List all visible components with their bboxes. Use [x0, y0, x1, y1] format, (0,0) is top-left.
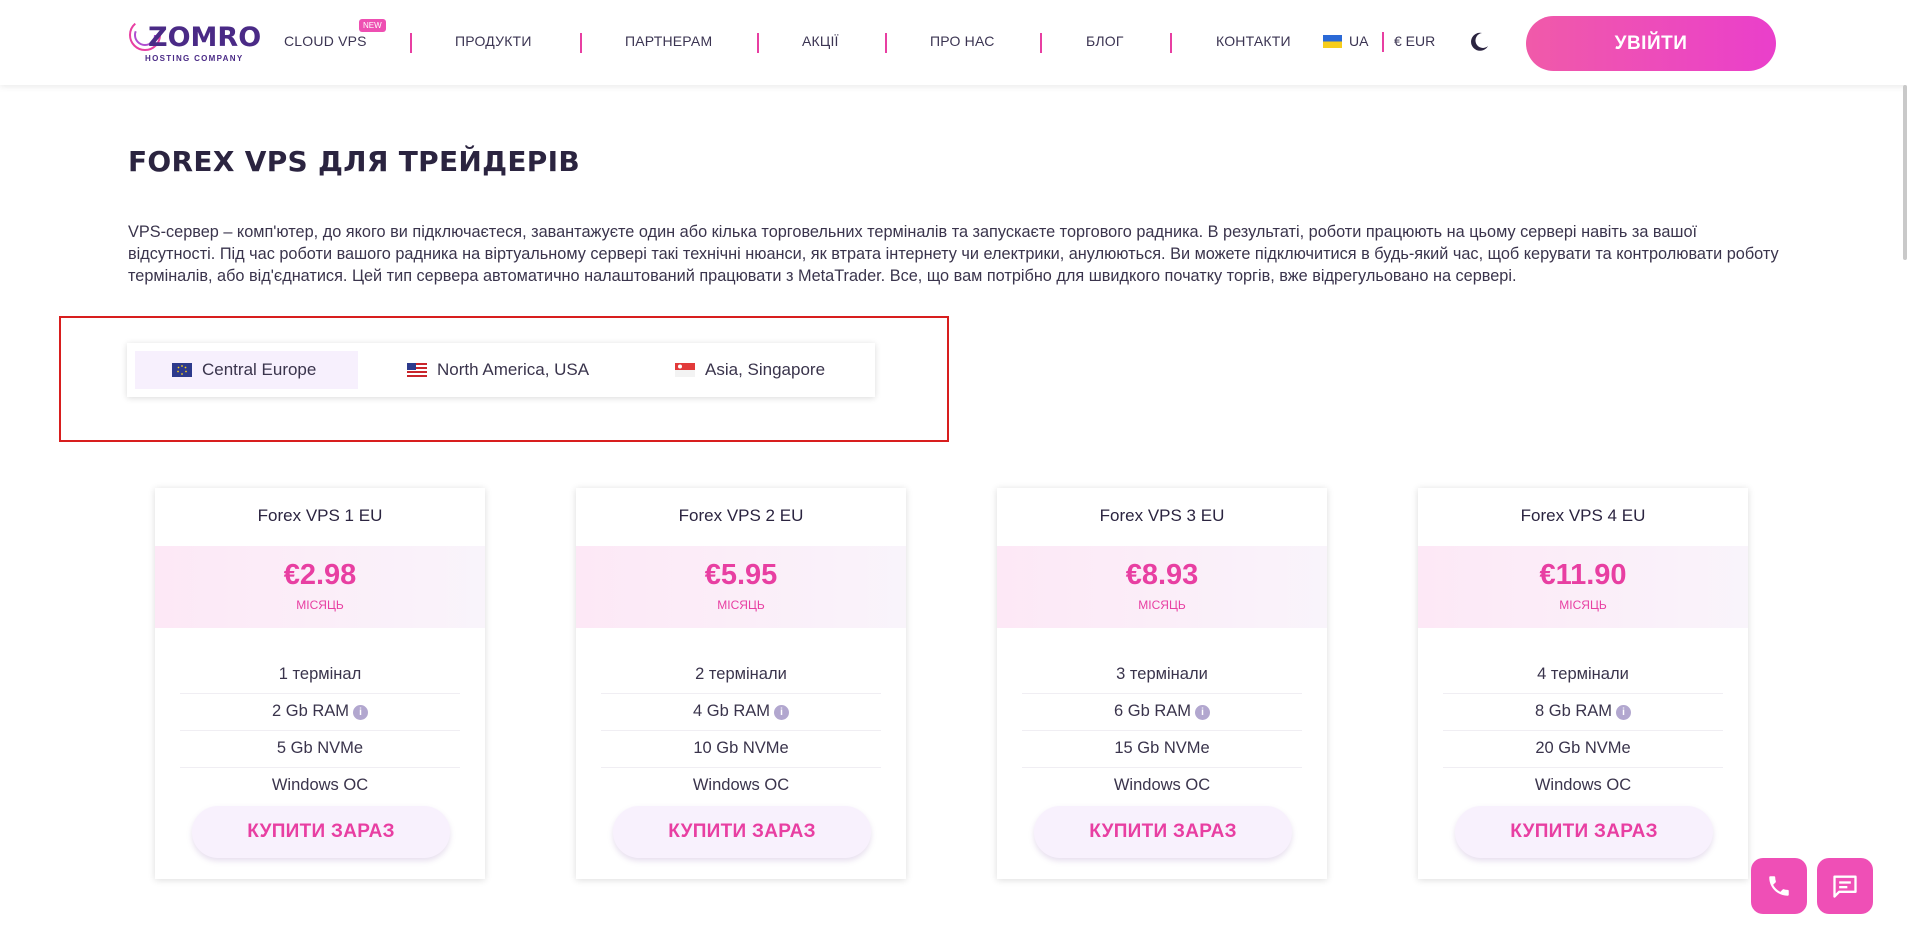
feature-ram: 8 Gb RAM i	[1443, 693, 1723, 731]
nav-separator	[410, 33, 412, 53]
plan-card: Forex VPS 4 EU €11.90 МІСЯЦЬ 4 термінали…	[1418, 488, 1748, 879]
scrollbar-thumb[interactable]	[1903, 85, 1907, 260]
nav-separator	[885, 33, 887, 53]
feature-terminals: 2 термінали	[601, 656, 881, 694]
plan-card: Forex VPS 2 EU €5.95 МІСЯЦЬ 2 термінали …	[576, 488, 906, 879]
plan-price: €11.90	[1539, 559, 1627, 591]
logo-wordmark: ZOMRO	[148, 22, 262, 53]
call-button[interactable]	[1751, 858, 1807, 914]
region-tabs: Central Europe North America, USA Asia, …	[127, 343, 875, 397]
nav-blog[interactable]: БЛОГ	[1086, 33, 1124, 49]
feature-os: Windows ОС	[271, 776, 369, 794]
plan-name: Forex VPS 3 EU	[1099, 506, 1225, 525]
feature-terminals: 3 термінали	[1022, 656, 1302, 694]
buy-now-button[interactable]: КУПИТИ ЗАРАЗ	[613, 806, 871, 858]
feature-disk: 20 Gb NVMe	[1443, 730, 1723, 768]
tab-north-america[interactable]: North America, USA	[407, 351, 589, 389]
plan-card: Forex VPS 3 EU €8.93 МІСЯЦЬ 3 термінали …	[997, 488, 1327, 879]
feature-ram-label: 2 Gb RAM	[271, 702, 350, 720]
plan-period: МІСЯЦЬ	[296, 598, 344, 612]
price-band: €2.98 МІСЯЦЬ	[155, 546, 485, 628]
plan-price: €5.95	[704, 559, 778, 591]
nav-separator	[580, 33, 582, 53]
plan-period: МІСЯЦЬ	[717, 598, 765, 612]
eu-flag-icon	[172, 363, 192, 377]
dark-mode-moon-icon[interactable]	[1468, 31, 1490, 53]
feature-terminals: 1 термінал	[180, 656, 460, 694]
plan-name: Forex VPS 4 EU	[1520, 506, 1646, 525]
nav-cloud-vps[interactable]: CLOUD VPS	[284, 33, 367, 49]
feature-ram-label: 6 Gb RAM	[1113, 702, 1192, 720]
tab-label: Central Europe	[202, 360, 317, 379]
sg-flag-icon	[675, 363, 695, 377]
info-icon[interactable]: i	[1616, 705, 1632, 720]
zomro-logo[interactable]: ZOMRO HOSTING COMPANY	[128, 16, 261, 66]
plan-card: Forex VPS 1 EU €2.98 МІСЯЦЬ 1 термінал 2…	[155, 488, 485, 879]
feature-disk: 10 Gb NVMe	[601, 730, 881, 768]
language-selector[interactable]: UA	[1349, 33, 1368, 49]
page-description: VPS-сервер – комп'ютер, до якого ви підк…	[128, 223, 1779, 285]
price-band: €5.95 МІСЯЦЬ	[576, 546, 906, 628]
feature-ram-label: 4 Gb RAM	[692, 702, 771, 720]
feature-terminals: 4 термінали	[1443, 656, 1723, 694]
nav-separator	[757, 33, 759, 53]
feature-disk: 5 Gb NVMe	[180, 730, 460, 768]
nav-about[interactable]: ПРО НАС	[930, 33, 995, 49]
feature-os: Windows ОС	[692, 776, 790, 794]
feature-os: Windows ОС	[1534, 776, 1632, 794]
feature-ram: 6 Gb RAM i	[1022, 693, 1302, 731]
page-title: FOREX VPS ДЛЯ ТРЕЙДЕРІВ	[128, 145, 580, 178]
chat-button[interactable]	[1817, 858, 1873, 914]
tab-asia-singapore[interactable]: Asia, Singapore	[675, 351, 825, 389]
plan-name: Forex VPS 2 EU	[678, 506, 804, 525]
plan-period: МІСЯЦЬ	[1138, 598, 1186, 612]
plan-price: €8.93	[1125, 559, 1199, 591]
price-band: €8.93 МІСЯЦЬ	[997, 546, 1327, 628]
site-header: ZOMRO HOSTING COMPANY CLOUD VPS NEW ПРОД…	[0, 0, 1907, 85]
currency-selector[interactable]: € EUR	[1394, 33, 1435, 49]
tab-label: North America, USA	[437, 360, 590, 379]
buy-now-button[interactable]: КУПИТИ ЗАРАЗ	[1455, 806, 1713, 858]
plan-price: €2.98	[283, 559, 357, 591]
buy-now-button[interactable]: КУПИТИ ЗАРАЗ	[1034, 806, 1292, 858]
buy-now-button[interactable]: КУПИТИ ЗАРАЗ	[192, 806, 450, 858]
ua-flag-icon	[1323, 35, 1342, 48]
nav-contacts[interactable]: КОНТАКТИ	[1216, 33, 1291, 49]
nav-promotions[interactable]: АКЦІЇ	[802, 33, 839, 49]
login-button[interactable]: УВІЙТИ	[1526, 16, 1776, 71]
info-icon[interactable]: i	[1195, 705, 1211, 720]
nav-separator	[1170, 33, 1172, 53]
plan-name: Forex VPS 1 EU	[257, 506, 383, 525]
lang-separator	[1382, 32, 1384, 52]
nav-products[interactable]: ПРОДУКТИ	[455, 33, 532, 49]
tab-central-europe[interactable]: Central Europe	[135, 351, 358, 389]
plan-period: МІСЯЦЬ	[1559, 598, 1607, 612]
feature-ram: 2 Gb RAM i	[180, 693, 460, 731]
feature-ram: 4 Gb RAM i	[601, 693, 881, 731]
nav-separator	[1040, 33, 1042, 53]
info-icon[interactable]: i	[774, 705, 790, 720]
tab-label: Asia, Singapore	[705, 360, 826, 379]
feature-ram-label: 8 Gb RAM	[1534, 702, 1613, 720]
feature-os: Windows ОС	[1113, 776, 1211, 794]
logo-tagline: HOSTING COMPANY	[145, 54, 244, 63]
feature-disk: 15 Gb NVMe	[1022, 730, 1302, 768]
us-flag-icon	[407, 363, 427, 377]
info-icon[interactable]: i	[353, 705, 369, 720]
chat-icon	[1833, 875, 1857, 898]
price-band: €11.90 МІСЯЦЬ	[1418, 546, 1748, 628]
nav-partners[interactable]: ПАРТНЕРАМ	[625, 33, 712, 49]
new-badge: NEW	[359, 19, 386, 32]
phone-icon	[1769, 876, 1789, 896]
